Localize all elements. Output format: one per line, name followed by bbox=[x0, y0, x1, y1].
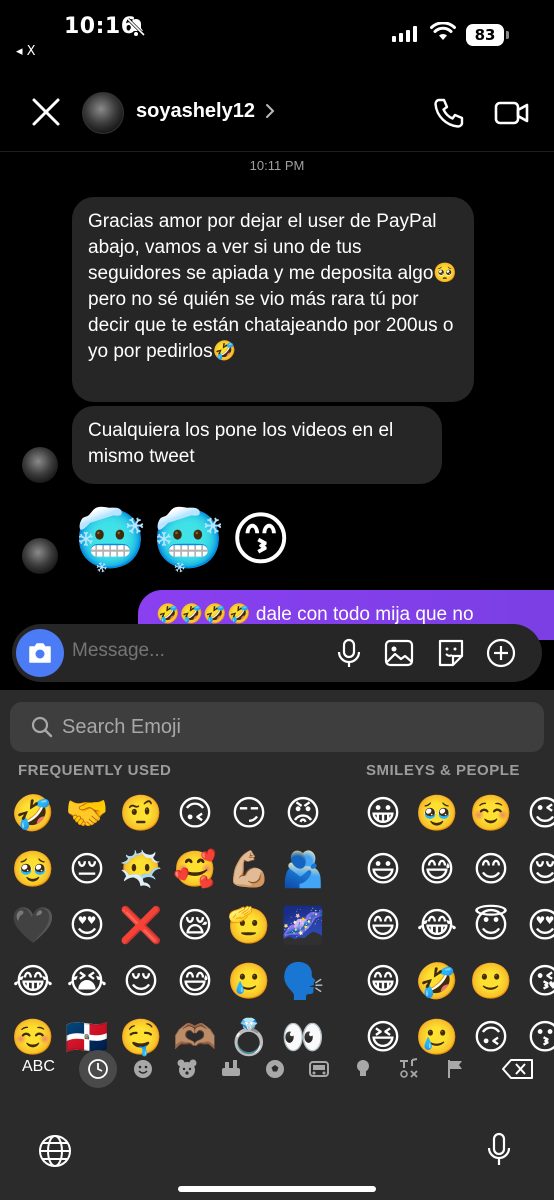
emoji-key[interactable]: 😏 bbox=[222, 786, 276, 842]
emoji-key[interactable]: 🫡 bbox=[222, 898, 276, 954]
home-indicator[interactable] bbox=[178, 1186, 376, 1192]
recent-clock-icon[interactable] bbox=[79, 1050, 117, 1088]
emoji-key[interactable]: 😂 bbox=[410, 898, 464, 954]
emoji-key[interactable]: 😂 bbox=[6, 954, 60, 1010]
freezing-face-emoji: 🥶 bbox=[152, 505, 225, 573]
emoji-key[interactable]: 😇 bbox=[464, 898, 518, 954]
section-smileys-people: SMILEYS & PEOPLE bbox=[366, 762, 520, 779]
emoji-key[interactable]: 🖤 bbox=[6, 898, 60, 954]
emoji-key[interactable]: 😍 bbox=[518, 898, 554, 954]
smileys-tab-icon[interactable] bbox=[128, 1054, 158, 1084]
profile-username[interactable]: soyashely12 bbox=[136, 100, 255, 123]
delete-backspace-icon[interactable] bbox=[500, 1054, 536, 1084]
camera-icon bbox=[29, 643, 51, 663]
emoji-key[interactable]: 😅 bbox=[410, 842, 464, 898]
section-frequently-used: FREQUENTLY USED bbox=[18, 762, 172, 779]
emoji-key[interactable]: 🤝 bbox=[60, 786, 114, 842]
chat-header: soyashely12 bbox=[0, 72, 554, 152]
emoji-category-bar: ABC bbox=[0, 1046, 554, 1092]
freezing-face-emoji: 🥶 bbox=[74, 505, 147, 573]
sticker-icon[interactable] bbox=[434, 636, 468, 670]
frequently-used-grid: 🤣 🤝 🤨 🙃 😏 😡 🥹 😔 😶‍🌫️ 🥰 💪🏼 🫂 🖤 😍 ❌ 😪 🫡 🌌 … bbox=[6, 786, 330, 1066]
activity-ball-icon[interactable] bbox=[260, 1054, 290, 1084]
dictation-microphone-icon[interactable] bbox=[482, 1130, 516, 1170]
emoji-keyboard: Search Emoji FREQUENTLY USED SMILEYS & P… bbox=[0, 690, 554, 1200]
emoji-key[interactable]: 😡 bbox=[276, 786, 330, 842]
video-call-icon[interactable] bbox=[494, 96, 530, 130]
emoji-key[interactable]: 😭 bbox=[60, 954, 114, 1010]
emoji-key[interactable]: 🥹 bbox=[6, 842, 60, 898]
emoji-key[interactable]: 😃 bbox=[356, 842, 410, 898]
battery-indicator: 83 bbox=[466, 24, 504, 46]
abc-keyboard-button[interactable]: ABC bbox=[22, 1058, 55, 1076]
emoji-key[interactable]: 🥲 bbox=[222, 954, 276, 1010]
emoji-key[interactable]: 😌 bbox=[518, 842, 554, 898]
wifi-icon bbox=[430, 22, 456, 40]
battery-tip bbox=[506, 31, 509, 39]
message-composer bbox=[12, 624, 542, 682]
message-timestamp: 10:11 PM bbox=[249, 158, 305, 173]
back-to-app-link[interactable]: ◂ X bbox=[16, 44, 36, 59]
close-icon[interactable] bbox=[28, 94, 64, 130]
emoji-key[interactable]: 😅 bbox=[168, 954, 222, 1010]
emoji-search-placeholder: Search Emoji bbox=[62, 716, 181, 738]
animals-bear-icon[interactable] bbox=[172, 1054, 202, 1084]
travel-car-icon[interactable] bbox=[304, 1054, 334, 1084]
emoji-key[interactable]: 🤣 bbox=[6, 786, 60, 842]
globe-icon[interactable] bbox=[36, 1132, 74, 1170]
add-plus-icon[interactable] bbox=[484, 636, 518, 670]
sender-avatar[interactable] bbox=[22, 538, 58, 574]
kissing-face-emoji: 😙 bbox=[230, 505, 291, 573]
received-message-bubble[interactable]: Gracias amor por dejar el user de PayPal… bbox=[72, 197, 474, 402]
keyboard-bottom-row bbox=[0, 1122, 554, 1182]
cellular-signal-icon bbox=[392, 26, 417, 42]
smileys-people-grid: 😀 🥹 ☺️ 😉 😃 😅 😊 😌 😄 😂 😇 😍 😁 🤣 🙂 😘 😆 🥲 🙃 😗 bbox=[356, 786, 554, 1066]
search-icon bbox=[31, 716, 53, 738]
message-input[interactable] bbox=[72, 640, 322, 662]
emoji-key[interactable]: 🥹 bbox=[410, 786, 464, 842]
received-emoji-message[interactable]: 🥶 🥶 😙 bbox=[74, 505, 291, 573]
emoji-key[interactable]: 😉 bbox=[518, 786, 554, 842]
food-drink-icon[interactable] bbox=[216, 1054, 246, 1084]
emoji-key[interactable]: 🥰 bbox=[168, 842, 222, 898]
emoji-search-field[interactable]: Search Emoji bbox=[10, 702, 544, 752]
emoji-key[interactable]: 🌌 bbox=[276, 898, 330, 954]
bell-muted-icon bbox=[126, 17, 146, 37]
gallery-icon[interactable] bbox=[382, 636, 416, 670]
emoji-key[interactable]: 😀 bbox=[356, 786, 410, 842]
emoji-key[interactable]: 😄 bbox=[356, 898, 410, 954]
emoji-key[interactable]: 😘 bbox=[518, 954, 554, 1010]
emoji-key[interactable]: 😶‍🌫️ bbox=[114, 842, 168, 898]
microphone-icon[interactable] bbox=[332, 636, 366, 670]
emoji-key[interactable]: 💪🏼 bbox=[222, 842, 276, 898]
emoji-key[interactable]: 😍 bbox=[60, 898, 114, 954]
profile-avatar[interactable] bbox=[82, 92, 124, 134]
phone-call-icon[interactable] bbox=[432, 96, 466, 130]
emoji-key[interactable]: 😁 bbox=[356, 954, 410, 1010]
emoji-key[interactable]: ☺️ bbox=[464, 786, 518, 842]
emoji-key[interactable]: 🫂 bbox=[276, 842, 330, 898]
emoji-key[interactable]: 😪 bbox=[168, 898, 222, 954]
flags-icon[interactable] bbox=[440, 1054, 470, 1084]
emoji-key[interactable]: 🙃 bbox=[168, 786, 222, 842]
received-message-bubble[interactable]: Cualquiera los pone los videos en el mis… bbox=[72, 406, 442, 484]
sender-avatar[interactable] bbox=[22, 447, 58, 483]
emoji-key[interactable]: ❌ bbox=[114, 898, 168, 954]
emoji-key[interactable]: 😊 bbox=[464, 842, 518, 898]
emoji-key[interactable]: 🤣 bbox=[410, 954, 464, 1010]
emoji-key[interactable]: 🗣️ bbox=[276, 954, 330, 1010]
emoji-key[interactable]: 😌 bbox=[114, 954, 168, 1010]
emoji-key[interactable]: 🤨 bbox=[114, 786, 168, 842]
camera-button[interactable] bbox=[16, 629, 64, 677]
emoji-key[interactable]: 😔 bbox=[60, 842, 114, 898]
status-bar: 10:16 ◂ X 83 bbox=[0, 0, 554, 59]
chevron-right-icon[interactable] bbox=[264, 102, 276, 120]
emoji-key[interactable]: 🙂 bbox=[464, 954, 518, 1010]
symbols-icon[interactable] bbox=[394, 1054, 424, 1084]
objects-bulb-icon[interactable] bbox=[348, 1054, 378, 1084]
